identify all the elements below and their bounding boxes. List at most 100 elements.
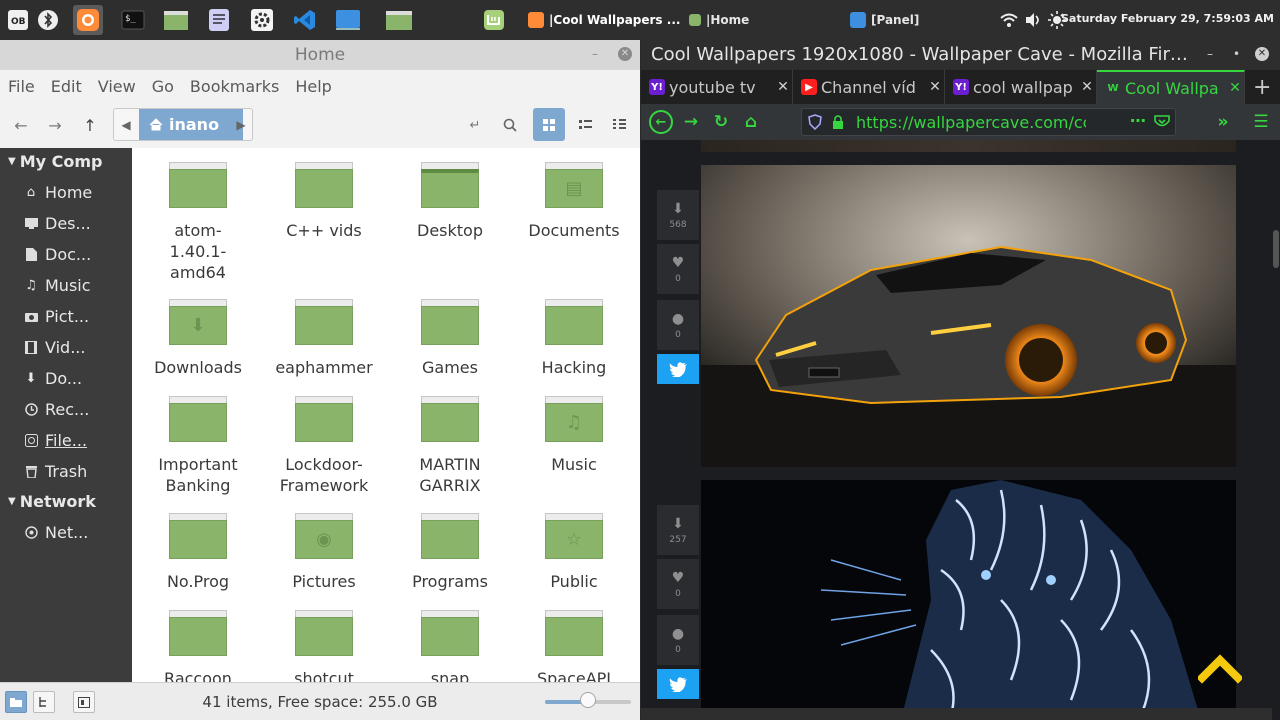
firefox-launcher-icon[interactable] (73, 5, 103, 35)
pocket-icon[interactable] (1154, 115, 1170, 129)
section-my-computer[interactable]: ▼ My Comp (8, 152, 102, 171)
sidebar-item-videos[interactable]: Vid... (24, 338, 85, 357)
folder-item[interactable]: snap (390, 610, 510, 682)
wallpaper-tiger[interactable] (701, 480, 1236, 720)
taskbar-panel[interactable]: [Panel] (850, 8, 919, 32)
tracking-protection-icon[interactable] (808, 114, 822, 130)
menu-view[interactable]: View (90, 74, 144, 100)
clock[interactable]: Saturday February 29, 7:59:03 AM (1061, 12, 1274, 25)
forward-arrow-icon[interactable]: → (679, 110, 703, 134)
folder-item[interactable]: Games (390, 299, 510, 378)
close-tab-icon[interactable]: ✕ (926, 79, 944, 95)
folder-item[interactable]: No.Prog (138, 513, 258, 592)
folder-item[interactable]: ▤ Documents (514, 162, 634, 241)
taskbar-files[interactable]: |Home (689, 8, 749, 32)
download-count-button[interactable]: ⬇ 257 (657, 505, 699, 555)
sidebar-item-documents[interactable]: Doc... (24, 245, 91, 264)
browser-tab[interactable]: Y! cool wallpap ✕ (945, 70, 1097, 104)
folder-item[interactable]: shotcut (264, 610, 384, 682)
settings-launcher-icon[interactable] (247, 5, 277, 35)
sidebar-item-home[interactable]: ⌂ Home (24, 183, 92, 202)
wifi-icon[interactable] (1000, 11, 1018, 29)
scrollbar-thumb[interactable] (1273, 230, 1279, 268)
list-view-button[interactable] (569, 108, 601, 141)
file-manager-titlebar[interactable]: Home – ✕ (0, 40, 640, 70)
vscode-launcher-icon[interactable] (290, 5, 320, 35)
close-tab-icon[interactable]: ✕ (1226, 80, 1244, 96)
page-actions-icon[interactable]: ⋯ (1130, 111, 1146, 130)
home-icon[interactable]: ⌂ (739, 110, 763, 134)
url-text[interactable]: https://wallpapercave.com/cc (856, 113, 1086, 132)
minimize-icon[interactable]: – (592, 47, 598, 61)
close-icon[interactable]: ✕ (1255, 47, 1269, 61)
menu-file[interactable]: File (0, 74, 43, 100)
sidebar-item-music[interactable]: ♫ Music (24, 276, 90, 295)
wallpaper-lamborghini[interactable] (701, 165, 1236, 467)
comment-button[interactable]: ● 0 (657, 300, 699, 350)
compact-view-button[interactable] (603, 108, 635, 141)
folder-item[interactable]: ⬇ Downloads (138, 299, 258, 378)
sidebar-item-filesystem[interactable]: File... (24, 431, 87, 450)
breadcrumb-home[interactable]: inano (139, 109, 243, 140)
close-tab-icon[interactable]: ✕ (774, 79, 792, 95)
menu-icon[interactable]: OB (3, 5, 33, 35)
folder-launcher-icon[interactable] (384, 5, 414, 35)
mint-logo-icon[interactable] (479, 5, 509, 35)
folder-item[interactable]: C++ vids (264, 162, 384, 241)
tiger-wallpaper-image[interactable] (701, 480, 1236, 720)
folder-item[interactable]: ☆ Public (514, 513, 634, 592)
taskbar-firefox[interactable]: |Cool Wallpapers ... (528, 8, 680, 32)
folder-item[interactable]: atom- 1.40.1- amd64 (138, 162, 258, 283)
browser-tab[interactable]: Y! youtube tv ✕ (641, 70, 793, 104)
bluetooth-icon[interactable] (33, 5, 63, 35)
folder-item[interactable]: SpaceAPI (514, 610, 634, 682)
icon-view-button[interactable] (533, 108, 565, 141)
car-wallpaper-image[interactable] (701, 165, 1236, 467)
twitter-share-button[interactable] (657, 354, 699, 384)
browser-titlebar[interactable]: Cool Wallpapers 1920x1080 - Wallpaper Ca… (641, 40, 1280, 70)
breadcrumb-left-icon[interactable]: ◀ (114, 109, 138, 140)
zoom-slider-handle[interactable] (580, 692, 596, 708)
breadcrumb-right-icon[interactable]: ▶ (229, 109, 253, 140)
download-count-button[interactable]: ⬇ 568 (657, 190, 699, 240)
folder-item[interactable]: Programs (390, 513, 510, 592)
browser-tab[interactable]: ▶ Channel víd ✕ (793, 70, 945, 104)
close-tab-icon[interactable]: ✕ (1078, 79, 1096, 95)
sidebar-item-recent[interactable]: Rec... (24, 400, 89, 419)
lock-icon[interactable] (832, 115, 844, 129)
folder-item[interactable]: MARTIN GARRIX (390, 396, 510, 496)
like-button[interactable]: ♥ 0 (657, 244, 699, 294)
up-arrow-icon[interactable]: ↑ (77, 112, 103, 138)
maximize-icon[interactable]: • (1233, 47, 1240, 61)
page-scrollbar[interactable] (1272, 140, 1280, 720)
new-tab-icon[interactable]: + (1245, 70, 1280, 104)
folder-item[interactable]: ◉ Pictures (264, 513, 384, 592)
forward-arrow-icon[interactable]: → (42, 112, 68, 138)
scroll-to-top-icon[interactable] (1198, 650, 1242, 684)
sidebar-item-downloads[interactable]: ⬇ Do... (24, 369, 83, 388)
reload-icon[interactable]: ↻ (709, 110, 733, 134)
hamburger-menu-icon[interactable]: ☰ (1249, 110, 1273, 134)
menu-go[interactable]: Go (144, 74, 182, 100)
toggle-location-icon[interactable]: ↵ (462, 112, 488, 138)
section-network[interactable]: ▼ Network (8, 492, 96, 511)
back-arrow-icon[interactable]: ← (8, 112, 34, 138)
menu-bookmarks[interactable]: Bookmarks (182, 74, 287, 100)
folder-item[interactable]: ♫ Music (514, 396, 634, 475)
sidebar-item-desktop[interactable]: Des... (24, 214, 91, 233)
twitter-share-button[interactable] (657, 669, 699, 699)
horizontal-scrollbar[interactable] (641, 708, 1272, 720)
like-button[interactable]: ♥ 0 (657, 559, 699, 609)
sidebar-item-trash[interactable]: Trash (24, 462, 87, 481)
text-editor-launcher-icon[interactable] (204, 5, 234, 35)
overflow-menu-icon[interactable]: » (1211, 110, 1235, 134)
menu-help[interactable]: Help (287, 74, 339, 100)
folder-item[interactable]: Desktop (390, 162, 510, 241)
folder-item[interactable]: Lockdoor- Framework (264, 396, 384, 496)
volume-icon[interactable] (1024, 11, 1042, 29)
folder-item[interactable]: Important Banking (138, 396, 258, 496)
comment-button[interactable]: ● 0 (657, 615, 699, 665)
minimize-icon[interactable]: – (1207, 47, 1213, 61)
search-icon[interactable] (497, 112, 523, 138)
menu-edit[interactable]: Edit (43, 74, 90, 100)
